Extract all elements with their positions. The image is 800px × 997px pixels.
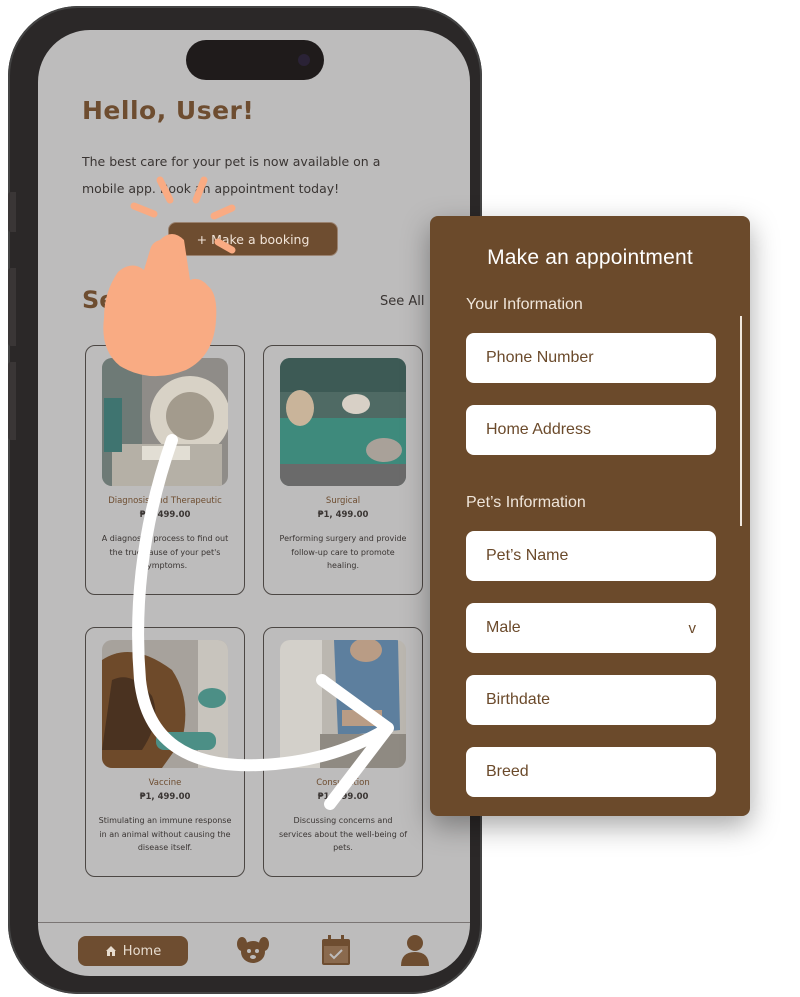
service-description: Performing surgery and provide follow-up… — [279, 534, 407, 570]
phone-number-placeholder: Phone Number — [486, 349, 594, 366]
panel-scrollbar[interactable] — [740, 316, 742, 526]
service-title: Diagnosis and Therapeutic — [108, 496, 222, 506]
service-card-consultation[interactable]: Consultation ₱1, 499.00 Discussing conce… — [263, 627, 423, 877]
service-description: Discussing concerns and services about t… — [278, 816, 408, 852]
calendar-icon[interactable] — [320, 934, 352, 966]
phone-screen: Hello, User! The best care for your pet … — [38, 30, 470, 976]
see-all-link[interactable]: See All — [380, 294, 425, 309]
home-address-field[interactable]: Home Address — [466, 405, 716, 455]
service-price: ₱1, 499.00 — [139, 792, 191, 802]
service-price: ₱1, 499.00 — [317, 510, 369, 520]
service-description: A diagnostic process to find out the tru… — [101, 534, 229, 570]
pet-sex-select[interactable]: Male v — [466, 603, 716, 653]
your-information-label: Your Information — [466, 296, 583, 313]
service-photo — [280, 358, 406, 486]
service-photo — [102, 358, 228, 486]
pet-information-label: Pet’s Information — [466, 494, 586, 511]
make-booking-label: Make a booking — [211, 231, 310, 247]
service-price: ₱1, 499.00 — [139, 510, 191, 520]
services-title: Services — [82, 286, 197, 314]
pet-sex-value: Male — [486, 619, 521, 636]
pet-name-placeholder: Pet’s Name — [486, 547, 569, 564]
service-photo — [280, 640, 406, 768]
home-icon — [105, 946, 116, 956]
chevron-down-icon: v — [688, 619, 697, 637]
profile-icon[interactable] — [400, 934, 430, 966]
nav-divider — [38, 922, 470, 923]
volume-up-button — [8, 268, 16, 346]
make-booking-button[interactable]: + Make a booking — [168, 222, 338, 256]
pet-name-field[interactable]: Pet’s Name — [466, 531, 716, 581]
service-photo — [102, 640, 228, 768]
service-title: Vaccine — [148, 778, 182, 788]
phone-number-field[interactable]: Phone Number — [466, 333, 716, 383]
birthdate-placeholder: Birthdate — [486, 691, 551, 708]
home-address-placeholder: Home Address — [486, 421, 591, 438]
nav-home-tab[interactable]: Home — [78, 936, 188, 966]
plus-icon: + — [196, 231, 208, 247]
birthdate-field[interactable]: Birthdate — [466, 675, 716, 725]
breed-placeholder: Breed — [486, 763, 529, 780]
service-card-surgical[interactable]: Surgical ₱1, 499.00 Performing surgery a… — [263, 345, 423, 595]
nav-home-label: Home — [122, 943, 162, 959]
volume-down-button — [8, 362, 16, 440]
appointment-title: Make an appointment — [487, 246, 693, 269]
intro-text: The best care for your pet is now availa… — [82, 154, 381, 196]
breed-field[interactable]: Breed — [466, 747, 716, 797]
side-button — [8, 192, 16, 232]
pets-icon[interactable] — [234, 934, 272, 966]
service-title: Surgical — [325, 496, 361, 506]
phone-frame: Hello, User! The best care for your pet … — [8, 6, 482, 994]
service-title: Consultation — [316, 778, 370, 788]
service-card-diagnosis[interactable]: Diagnosis and Therapeutic ₱1, 499.00 A d… — [85, 345, 245, 595]
camera-icon — [298, 54, 310, 66]
greeting: Hello, User! — [82, 96, 255, 125]
appointment-panel: Make an appointment Your Information Pho… — [430, 216, 750, 816]
service-card-vaccine[interactable]: Vaccine ₱1, 499.00 Stimulating an immune… — [85, 627, 245, 877]
service-price: ₱1, 499.00 — [317, 792, 369, 802]
service-description: Stimulating an immune response in an ani… — [98, 816, 232, 852]
dynamic-island — [186, 40, 324, 80]
